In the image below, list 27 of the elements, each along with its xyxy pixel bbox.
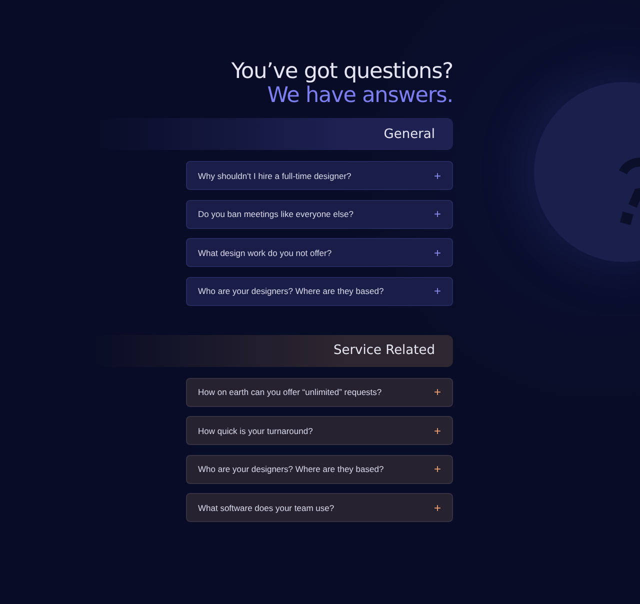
page-heading: You’ve got questions? We have answers. xyxy=(231,60,453,108)
plus-icon: + xyxy=(434,170,441,182)
plus-icon: + xyxy=(434,386,441,398)
question-text: Who are your designers? Where are they based? xyxy=(198,286,384,296)
plus-icon: + xyxy=(434,463,441,475)
question-text: Who are your designers? Where are they based? xyxy=(198,464,384,474)
faq-question[interactable]: Who are your designers? Where are they based? + xyxy=(186,454,453,484)
question-text: What software does your team use? xyxy=(198,502,334,512)
faq-question[interactable]: Who are your designers? Where are they based? + xyxy=(186,276,453,306)
question-text: How on earth can you offer “unlimited” requests? xyxy=(198,387,382,397)
plus-icon: + xyxy=(434,285,441,297)
section-title: Service Related xyxy=(333,343,435,358)
question-text: What design work do you not offer? xyxy=(198,248,332,258)
plus-icon: + xyxy=(434,502,441,514)
faq-question[interactable]: What design work do you not offer? + xyxy=(186,238,453,267)
faq-question[interactable]: What software does your team use? + xyxy=(186,493,453,522)
section-title: General xyxy=(384,126,435,142)
plus-icon: + xyxy=(434,246,441,258)
plus-icon: + xyxy=(434,424,441,436)
faq-question[interactable]: How quick is your turnaround? + xyxy=(186,416,453,445)
faq-question[interactable]: Do you ban meetings like everyone else? + xyxy=(186,200,453,228)
question-text: Do you ban meetings like everyone else? xyxy=(198,209,354,219)
faq-question[interactable]: How on earth can you offer “unlimited” requests? + xyxy=(186,378,453,406)
question-text: How quick is your turnaround? xyxy=(198,426,313,436)
faq-question[interactable]: Why shouldn't I hire a full-time designer? + xyxy=(186,161,453,190)
plus-icon: + xyxy=(434,208,441,220)
question-text: Why shouldn't I hire a full-time designer? xyxy=(198,170,352,180)
